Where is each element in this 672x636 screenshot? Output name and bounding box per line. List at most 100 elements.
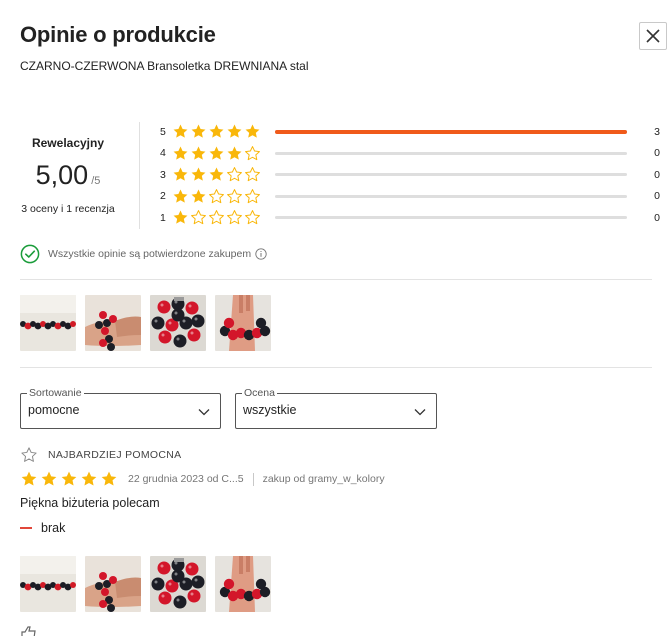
histogram-stars xyxy=(172,145,261,162)
histogram-row-5[interactable]: 53 xyxy=(160,121,660,142)
star-filled-icon xyxy=(173,210,188,224)
star-filled-icon xyxy=(41,471,57,486)
review-stars xyxy=(20,470,118,488)
star-filled-icon xyxy=(191,146,206,160)
divider xyxy=(20,279,652,280)
star-filled-icon xyxy=(209,167,224,181)
star-empty-icon xyxy=(245,145,260,160)
star-outline-icon xyxy=(21,447,37,462)
photo-thumbnail[interactable] xyxy=(215,295,271,351)
photo-bracelet-hand xyxy=(215,295,271,351)
review-purchase: zakup od gramy_w_kolory xyxy=(262,473,385,485)
histogram-star-level: 2 xyxy=(160,190,166,202)
histogram-stars xyxy=(172,123,261,140)
sort-legend: Sortowanie xyxy=(27,386,84,400)
histogram-count: 0 xyxy=(654,147,660,159)
close-icon xyxy=(646,29,660,43)
star-empty-icon xyxy=(245,167,260,182)
star-empty-icon xyxy=(227,188,242,203)
page-title: Opinie o produkcie xyxy=(20,22,216,47)
histogram-count: 0 xyxy=(654,211,660,224)
star-filled-icon xyxy=(227,124,242,138)
star-filled-icon xyxy=(209,124,224,138)
check-circle-icon xyxy=(20,244,40,264)
photo-thumbnail[interactable] xyxy=(150,556,206,612)
summary-divider xyxy=(139,122,140,229)
photo-bracelet-closeup xyxy=(150,556,206,612)
badge-text: NAJBARDZIEJ POMOCNA xyxy=(48,449,182,461)
histogram-row-2[interactable]: 20 xyxy=(160,186,660,207)
sort-select[interactable]: Sortowanie pomocne xyxy=(20,386,221,429)
rating-filter-select[interactable]: Ocena wszystkie xyxy=(235,386,437,429)
meta-separator xyxy=(252,472,254,486)
star-empty-icon xyxy=(245,188,260,203)
verified-text: Wszystkie opinie są potwierdzone zakupem xyxy=(48,248,252,260)
histogram-bar-track xyxy=(275,173,627,176)
star-filled-icon xyxy=(209,146,224,160)
histogram-star-level: 3 xyxy=(160,168,166,181)
star-empty-icon xyxy=(209,188,224,203)
star-filled-icon xyxy=(191,167,206,181)
histogram-row-3[interactable]: 30 xyxy=(160,164,660,185)
ratings-count: 3 oceny i 1 recenzja xyxy=(21,203,115,215)
cons-dash-icon xyxy=(20,527,32,529)
thumbs-up-icon[interactable] xyxy=(20,626,38,636)
histogram-bar-fill xyxy=(275,129,627,134)
photo-thumbnail[interactable] xyxy=(215,556,271,612)
star-empty-icon xyxy=(245,210,260,225)
photo-thumbnail[interactable] xyxy=(85,295,141,351)
review-meta: 22 grudnia 2023 od C...5 zakup od gramy_… xyxy=(128,472,385,486)
close-button[interactable] xyxy=(639,22,667,50)
star-empty-icon xyxy=(227,210,242,225)
star-filled-icon xyxy=(173,189,188,203)
review-date-author: 22 grudnia 2023 od C...5 xyxy=(128,473,244,485)
histogram-stars xyxy=(172,209,261,226)
star-filled-icon xyxy=(173,167,188,181)
photo-thumbnail[interactable] xyxy=(150,295,206,351)
photo-thumbnail[interactable] xyxy=(20,556,76,612)
histogram-count: 0 xyxy=(654,190,660,202)
star-empty-icon xyxy=(191,210,206,225)
histogram-star-level: 4 xyxy=(160,147,166,159)
star-empty-icon xyxy=(209,210,224,225)
verified-note: Wszystkie opinie są potwierdzone zakupem xyxy=(20,244,267,264)
photo-bracelet-worn xyxy=(85,295,141,351)
photo-bracelet-hand xyxy=(215,556,271,612)
photo-thumbnail[interactable] xyxy=(20,295,76,351)
average-score: 5,00/5 xyxy=(0,160,136,191)
photo-bracelet-closeup xyxy=(150,295,206,351)
star-filled-icon xyxy=(191,189,206,203)
histogram-row-1[interactable]: 10 xyxy=(160,207,660,228)
histogram-count: 3 xyxy=(654,125,660,138)
sort-value: pomocne xyxy=(28,403,80,417)
histogram-star-level: 1 xyxy=(160,211,166,224)
info-icon[interactable] xyxy=(255,248,267,260)
review-text: Piękna biżuteria polecam xyxy=(20,496,160,510)
cons-text: brak xyxy=(41,521,66,535)
score-max: /5 xyxy=(91,175,101,187)
star-filled-icon xyxy=(227,146,242,160)
star-filled-icon xyxy=(191,124,206,138)
histogram-bar-track xyxy=(275,129,627,134)
star-filled-icon xyxy=(81,471,97,486)
review-cons: brak xyxy=(20,521,65,535)
photo-bracelet-flat xyxy=(20,556,76,612)
histogram-row-4[interactable]: 40 xyxy=(160,143,660,164)
rating-filter-legend: Ocena xyxy=(242,386,277,400)
score-value: 5,00 xyxy=(35,160,89,190)
histogram-bar-track xyxy=(275,151,627,155)
histogram-stars xyxy=(172,166,261,183)
star-filled-icon xyxy=(101,471,117,486)
star-filled-icon xyxy=(173,146,188,160)
divider xyxy=(20,367,652,368)
photo-thumbnail[interactable] xyxy=(85,556,141,612)
star-filled-icon xyxy=(21,471,37,486)
rating-filter-value: wszystkie xyxy=(243,403,297,417)
histogram-count: 0 xyxy=(654,168,660,181)
histogram-star-level: 5 xyxy=(160,125,166,138)
histogram-stars xyxy=(172,188,261,205)
product-name: CZARNO-CZERWONA Bransoletka DREWNIANA st… xyxy=(20,59,309,73)
chevron-down-icon xyxy=(198,409,210,416)
chevron-down-icon xyxy=(414,409,426,416)
photo-bracelet-worn xyxy=(85,556,141,612)
